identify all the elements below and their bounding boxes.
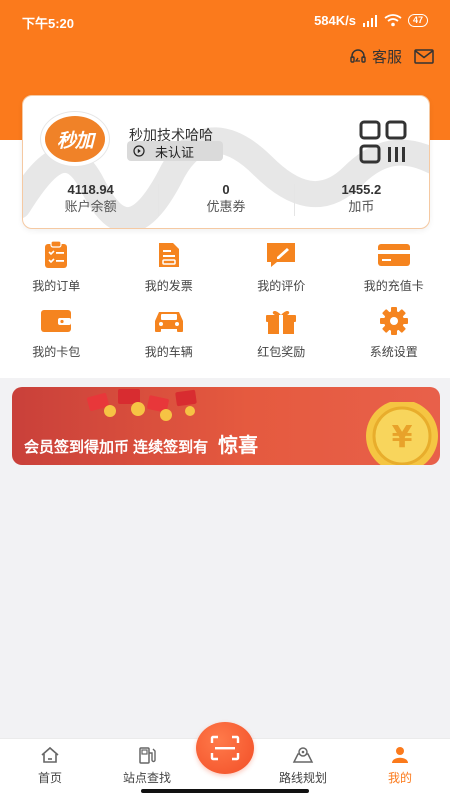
gift-icon [263, 306, 299, 336]
qr-code-icon[interactable] [359, 120, 411, 164]
stat-label: 加币 [348, 199, 375, 214]
banner-text: 会员签到得加币 连续签到有 惊喜 [24, 429, 258, 458]
banner-main-text: 会员签到得加币 连续签到有 [24, 439, 209, 456]
menu-item-vehicles[interactable]: 我的车辆 [113, 306, 226, 372]
wifi-icon [384, 14, 402, 27]
home-icon [10, 745, 90, 765]
home-indicator [141, 789, 309, 793]
menu-item-label: 系统设置 [369, 345, 418, 359]
menu-item-reviews[interactable]: 我的评价 [225, 240, 338, 306]
car-icon [151, 306, 187, 336]
user-icon [360, 745, 440, 765]
menu-item-label: 我的订单 [32, 279, 81, 293]
menu-item-label: 红包奖励 [257, 345, 306, 359]
scan-icon [210, 735, 240, 761]
checkin-banner[interactable]: 会员签到得加币 连续签到有 惊喜 ¥ [12, 387, 440, 465]
battery-level: 47 [407, 14, 428, 27]
tab-home[interactable]: 首页 [10, 745, 90, 786]
customer-service-label: 客服 [371, 49, 402, 66]
comment-icon [263, 240, 299, 270]
menu-item-settings[interactable]: 系统设置 [338, 306, 450, 372]
menu-item-label: 我的评价 [257, 279, 306, 293]
tab-label: 站点查找 [122, 771, 171, 785]
status-time: 下午5:20 [22, 16, 75, 31]
menu-item-label: 我的卡包 [32, 345, 81, 359]
menu-item-label: 我的充值卡 [363, 279, 424, 293]
verification-badge[interactable]: 未认证 [127, 141, 223, 161]
menu-item-recharge-card[interactable]: 我的充值卡 [338, 240, 450, 306]
tab-route-planning[interactable]: 路线规划 [263, 745, 343, 786]
clipboard-icon [38, 240, 74, 270]
signal-icon [362, 14, 377, 27]
stat-coins[interactable]: 1455.2 加币 [293, 182, 429, 216]
menu-item-label: 我的车辆 [144, 345, 193, 359]
tab-label: 路线规划 [278, 771, 327, 785]
mail-icon[interactable] [414, 49, 434, 64]
customer-service-button[interactable]: 客服 [349, 46, 402, 67]
profile-card: 秒加 秒加技术哈哈 未认证 4118.94 账户余额 0 优惠券 1455.2 … [22, 95, 430, 229]
tab-station-search[interactable]: 站点查找 [107, 745, 187, 786]
stat-coupons[interactable]: 0 优惠券 [158, 182, 293, 216]
banner-highlight: 惊喜 [218, 435, 259, 457]
menu-item-wallet[interactable]: 我的卡包 [0, 306, 113, 372]
avatar-logo: 秒加 [45, 116, 105, 162]
menu-item-orders[interactable]: 我的订单 [0, 240, 113, 306]
menu-item-invoices[interactable]: 我的发票 [113, 240, 226, 306]
header-actions: 客服 [349, 46, 434, 67]
wallet-icon [38, 306, 74, 336]
headset-icon [350, 48, 366, 63]
play-circle-icon [133, 145, 145, 157]
stat-value: 4118.94 [67, 182, 114, 197]
tab-label: 我的 [387, 771, 412, 785]
coin-icon: ¥ [366, 402, 438, 465]
scan-button[interactable] [196, 722, 254, 774]
card-icon [376, 240, 412, 270]
menu-grid: 我的订单 我的发票 我的评价 我的充值卡 我的卡包 我的车辆 红包奖励 系统设置 [0, 240, 450, 372]
stat-label: 优惠券 [206, 199, 246, 214]
stat-label: 账户余额 [64, 199, 117, 214]
verification-status: 未认证 [155, 144, 195, 160]
tab-label: 首页 [37, 771, 62, 785]
avatar[interactable]: 秒加 [40, 111, 110, 167]
stat-balance[interactable]: 4118.94 账户余额 [23, 182, 158, 216]
gift-decoration [86, 389, 197, 421]
stat-value: 0 [222, 182, 230, 197]
network-speed: 584K/s [314, 13, 356, 28]
map-icon [263, 745, 343, 765]
status-indicators: 584K/s 47 [314, 13, 428, 28]
gear-icon [376, 306, 412, 336]
invoice-icon [151, 240, 187, 270]
menu-item-red-packet[interactable]: 红包奖励 [225, 306, 338, 372]
status-bar: 下午5:20 584K/s 47 [0, 0, 450, 40]
menu-item-label: 我的发票 [144, 279, 193, 293]
station-icon [107, 745, 187, 765]
coin-symbol: ¥ [392, 420, 413, 455]
tab-mine[interactable]: 我的 [360, 745, 440, 786]
account-stats: 4118.94 账户余额 0 优惠券 1455.2 加币 [23, 182, 429, 216]
stat-value: 1455.2 [341, 182, 382, 197]
